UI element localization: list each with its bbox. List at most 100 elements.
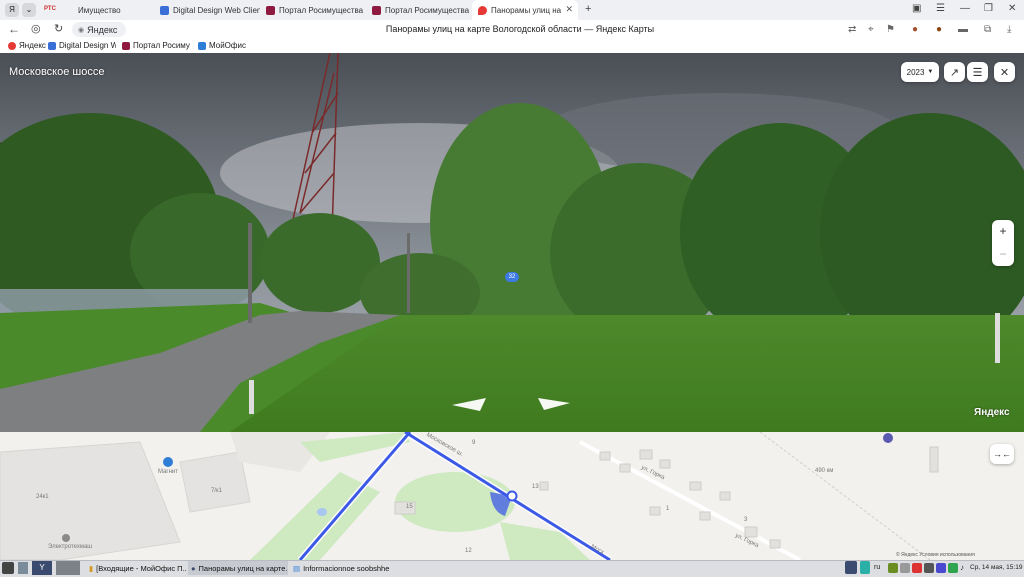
- taskbar-empty-slot[interactable]: [56, 561, 80, 575]
- road-number-badge: 32: [505, 272, 519, 282]
- close-panorama-button[interactable]: ✕: [994, 62, 1015, 82]
- tab-rosim-1[interactable]: Портал Росимущества: [260, 0, 366, 20]
- page-title: Панорамы улиц на карте Вологодской облас…: [385, 24, 655, 34]
- menu-icon: ☰: [972, 66, 983, 79]
- taskbar-item-label: [Входящие - МойОфис П...: [96, 563, 186, 573]
- bookmark-label: МойОфис: [209, 41, 246, 50]
- menu-button[interactable]: ☰: [967, 62, 988, 82]
- tray-icon-6[interactable]: [948, 563, 958, 573]
- yandex-k-tray-icon[interactable]: [860, 561, 870, 574]
- rosim-icon: [372, 5, 381, 15]
- tab-label: Панорамы улиц на карте: [491, 5, 561, 15]
- tab-label: Портал Росимущества: [385, 5, 470, 15]
- map-expand-button[interactable]: →←: [990, 444, 1014, 464]
- bookmark-label: Портал Росимущ: [133, 41, 190, 50]
- chevron-down-icon: ▼: [927, 69, 934, 75]
- expand-arrows-icon: →←: [993, 449, 1011, 459]
- tab-imushchestvo[interactable]: Имущество: [64, 0, 154, 20]
- omnibox[interactable]: ◉ Яндекс: [72, 22, 126, 37]
- bookmark-label: Яндекс: [19, 41, 46, 50]
- map-label-24k1: 24к1: [36, 494, 49, 500]
- location-icon[interactable]: ⌖: [868, 24, 874, 35]
- restore-icon[interactable]: ❐: [984, 3, 993, 14]
- bookmark-digital-design[interactable]: Digital Design We: [48, 41, 116, 50]
- omnibox-text: Яндекс: [87, 24, 118, 35]
- tray-icon-4[interactable]: [924, 563, 934, 573]
- move-back-arrow[interactable]: [450, 395, 490, 415]
- house-number: 9: [472, 440, 476, 446]
- share-icon: ↗: [949, 66, 960, 79]
- year-select[interactable]: 2023 ▼: [901, 62, 939, 82]
- year-value: 2023: [906, 67, 925, 77]
- back-icon[interactable]: ←: [8, 22, 20, 36]
- close-window-icon[interactable]: ✕: [1008, 3, 1016, 14]
- bookmark-rosim[interactable]: Портал Росимущ: [122, 41, 190, 50]
- house-number: 13: [532, 484, 539, 490]
- move-forward-arrow[interactable]: [535, 393, 575, 413]
- taskbar-item-panoramy[interactable]: ● Панорамы улиц на карте...: [188, 561, 288, 575]
- digital-design-icon: [160, 5, 169, 15]
- minimize-icon[interactable]: —: [960, 3, 970, 14]
- zoom-out-button[interactable]: −: [992, 243, 1014, 266]
- bookmark-icon[interactable]: ☰: [936, 3, 945, 14]
- extensions-icon[interactable]: ⧉: [984, 24, 991, 35]
- alice-icon[interactable]: ◎: [31, 22, 41, 35]
- tray-icon-1[interactable]: [888, 563, 898, 573]
- tab-strip: Я ⌄ РТС Имущество Digital Design Web Cli…: [0, 0, 1024, 20]
- map-label-490km[interactable]: 490 км: [815, 468, 833, 474]
- bookmark-myoffice[interactable]: МойОфис: [198, 41, 246, 50]
- street-panorama[interactable]: [0, 53, 1024, 432]
- tab-panoramy[interactable]: Панорамы улиц на карте ✕: [472, 0, 578, 20]
- tab-digital-design[interactable]: Digital Design Web Client: [154, 0, 260, 20]
- taskbar-item-label: Панорамы улиц на карте...: [198, 563, 288, 573]
- tabs-list-icon[interactable]: ⌄: [22, 3, 36, 17]
- yandex-menu-icon[interactable]: Я: [5, 3, 19, 17]
- mini-map[interactable]: Магнит 24к1 7/к1 Электротехмаш Московско…: [0, 432, 1024, 560]
- extension-2-icon[interactable]: ●: [936, 24, 942, 35]
- yandex-tray-icon[interactable]: [845, 561, 857, 574]
- yandex-watermark: Яндекс: [974, 407, 1010, 418]
- close-icon: ✕: [999, 66, 1010, 79]
- tab-rosim-2[interactable]: Портал Росимущества: [366, 0, 472, 20]
- bookmark-page-icon[interactable]: ⚑: [886, 24, 895, 35]
- rosim-icon: [122, 41, 130, 50]
- taskbar-item-informacionnoe[interactable]: ▤ Informacionnoe soobshhe...: [290, 561, 390, 575]
- map-label-electrotehmash[interactable]: Электротехмаш: [48, 544, 92, 550]
- panorama-image: [0, 53, 1024, 432]
- collections-icon[interactable]: ▣: [912, 3, 921, 14]
- document-icon: ▤: [293, 563, 301, 573]
- volume-icon[interactable]: ♪: [960, 563, 964, 572]
- tray-icon-2[interactable]: [900, 563, 910, 573]
- tab-label: Имущество: [78, 5, 121, 15]
- map-copyright[interactable]: © Яндекс Условия использования: [896, 552, 975, 558]
- tray-icon-3[interactable]: [912, 563, 922, 573]
- myoffice-icon: [198, 41, 206, 50]
- bookmark-label: Digital Design We: [59, 41, 116, 50]
- map-label-7k1: 7/к1: [211, 488, 222, 494]
- taskbar-app-icon[interactable]: [18, 562, 28, 574]
- house-number: 3: [744, 517, 748, 523]
- taskbar-item-inbox[interactable]: ▮ [Входящие - МойОфис П...: [86, 561, 186, 575]
- reload-icon[interactable]: ↻: [54, 22, 63, 35]
- extension-1-icon[interactable]: ●: [912, 24, 918, 35]
- translate-icon[interactable]: ⇄: [848, 24, 856, 35]
- tray-icon-5[interactable]: [936, 563, 946, 573]
- map-label-magnit[interactable]: Магнит: [158, 469, 178, 475]
- tab-label: Портал Росимущества: [279, 5, 364, 15]
- clock[interactable]: Ср, 14 мая, 15:19: [970, 564, 1022, 571]
- download-icon[interactable]: ⤓: [1007, 24, 1011, 35]
- start-menu-icon[interactable]: [2, 562, 14, 574]
- pinned-tab-rtc[interactable]: РТС: [44, 6, 56, 12]
- yandex-browser-icon: ●: [191, 563, 196, 573]
- folder-icon: ▮: [89, 563, 94, 573]
- house-number: 1: [666, 506, 670, 512]
- close-tab-icon[interactable]: ✕: [565, 4, 573, 15]
- map-canvas: [0, 432, 1024, 560]
- bookmark-yandex[interactable]: Яндекс: [8, 41, 46, 50]
- yandex-browser-quick-icon[interactable]: Y: [32, 561, 52, 575]
- share-button[interactable]: ↗: [944, 62, 965, 82]
- language-indicator[interactable]: ru: [874, 564, 880, 571]
- new-tab-icon[interactable]: +: [585, 3, 591, 15]
- zoom-in-button[interactable]: +: [992, 220, 1014, 243]
- extension-3-icon[interactable]: ▬: [958, 24, 968, 35]
